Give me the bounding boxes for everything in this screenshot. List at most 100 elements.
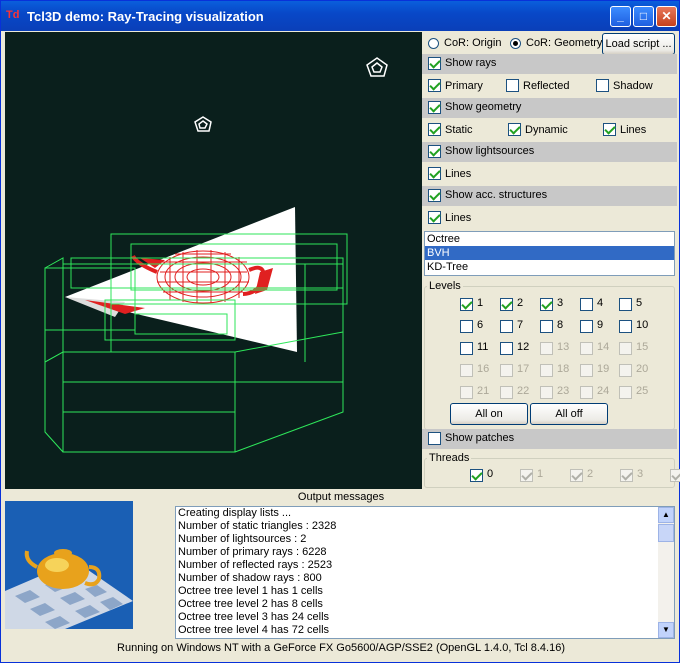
tcl3d-logo-icon: Td bbox=[6, 9, 20, 21]
output-line: Number of primary rays : 6228 bbox=[178, 546, 327, 558]
output-line: Number of lightsources : 2 bbox=[178, 533, 307, 545]
close-icon[interactable]: ✕ bbox=[656, 6, 677, 27]
geometry-lines-label: Lines bbox=[620, 124, 647, 136]
level-23-label: 23 bbox=[557, 385, 570, 397]
output-messages[interactable]: Creating display lists ... Number of stat… bbox=[175, 506, 675, 639]
scroll-down-icon[interactable]: ▼ bbox=[658, 622, 674, 638]
control-panel: CoR: Origin CoR: Geometry Load script ..… bbox=[422, 32, 680, 489]
all-on-button[interactable]: All on bbox=[450, 403, 528, 425]
static-label: Static bbox=[445, 124, 473, 136]
cor-geometry-label: CoR: Geometry bbox=[526, 37, 603, 49]
status-bar: Running on Windows NT with a GeForce FX … bbox=[117, 642, 565, 654]
load-script-button[interactable]: Load script ... bbox=[602, 33, 675, 55]
output-line: Number of shadow rays : 800 bbox=[178, 572, 322, 584]
static-checkbox[interactable] bbox=[428, 123, 441, 136]
level-9-label: 9 bbox=[597, 319, 604, 331]
level-15-checkbox bbox=[619, 342, 632, 355]
show-patches-label: Show patches bbox=[445, 432, 515, 444]
list-item[interactable]: KD-Tree bbox=[425, 260, 674, 274]
level-16-label: 16 bbox=[477, 363, 490, 375]
show-acc-label: Show acc. structures bbox=[445, 189, 548, 201]
level-22-checkbox bbox=[500, 386, 513, 399]
level-19-checkbox bbox=[580, 364, 593, 377]
geometry-lines-checkbox[interactable] bbox=[603, 123, 616, 136]
level-4-checkbox[interactable] bbox=[580, 298, 593, 311]
show-geometry-header: Show geometry bbox=[422, 98, 677, 118]
shadow-checkbox[interactable] bbox=[596, 79, 609, 92]
show-rays-checkbox[interactable] bbox=[428, 57, 441, 70]
preview-image bbox=[5, 501, 133, 629]
level-24-checkbox bbox=[580, 386, 593, 399]
level-12-label: 12 bbox=[517, 341, 530, 353]
thread-2-label: 2 bbox=[587, 468, 594, 480]
app-window: Td Tcl3D demo: Ray-Tracing visualization… bbox=[0, 0, 680, 663]
level-6-checkbox[interactable] bbox=[460, 320, 473, 333]
level-11-checkbox[interactable] bbox=[460, 342, 473, 355]
thread-0-checkbox[interactable] bbox=[470, 469, 483, 482]
output-line: Number of reflected rays : 2523 bbox=[178, 559, 333, 571]
level-20-label: 20 bbox=[636, 363, 649, 375]
show-lightsources-label: Show lightsources bbox=[445, 145, 535, 157]
level-21-checkbox bbox=[460, 386, 473, 399]
show-acc-checkbox[interactable] bbox=[428, 189, 441, 202]
level-12-checkbox[interactable] bbox=[500, 342, 513, 355]
level-25-label: 25 bbox=[636, 385, 649, 397]
scroll-up-icon[interactable]: ▲ bbox=[658, 507, 674, 523]
output-line: Octree tree level 3 has 24 cells bbox=[178, 611, 330, 623]
level-8-checkbox[interactable] bbox=[540, 320, 553, 333]
all-off-button[interactable]: All off bbox=[530, 403, 608, 425]
level-17-label: 17 bbox=[517, 363, 530, 375]
title-bar[interactable]: Td Tcl3D demo: Ray-Tracing visualization… bbox=[1, 1, 679, 31]
levels-title: Levels bbox=[427, 280, 463, 292]
level-25-checkbox bbox=[619, 386, 632, 399]
level-4-label: 4 bbox=[597, 297, 604, 309]
level-18-checkbox bbox=[540, 364, 553, 377]
level-1-label: 1 bbox=[477, 297, 484, 309]
level-3-label: 3 bbox=[557, 297, 564, 309]
geometry-row: Static Dynamic Lines bbox=[422, 120, 677, 140]
cor-geometry-radio[interactable] bbox=[510, 38, 521, 49]
minimize-icon[interactable]: _ bbox=[610, 6, 631, 27]
level-2-checkbox[interactable] bbox=[500, 298, 513, 311]
rays-row: Primary Reflected Shadow bbox=[422, 76, 677, 96]
level-9-checkbox[interactable] bbox=[580, 320, 593, 333]
light-lines-checkbox[interactable] bbox=[428, 167, 441, 180]
scene-render bbox=[44, 57, 388, 453]
show-acc-header: Show acc. structures bbox=[422, 186, 677, 206]
level-1-checkbox[interactable] bbox=[460, 298, 473, 311]
cor-origin-radio[interactable] bbox=[428, 38, 439, 49]
list-item[interactable]: Octree bbox=[425, 232, 674, 246]
level-21-label: 21 bbox=[477, 385, 490, 397]
show-lightsources-checkbox[interactable] bbox=[428, 145, 441, 158]
level-22-label: 22 bbox=[517, 385, 530, 397]
level-17-checkbox bbox=[500, 364, 513, 377]
acc-lines-row: Lines bbox=[422, 208, 677, 228]
level-6-label: 6 bbox=[477, 319, 484, 331]
reflected-checkbox[interactable] bbox=[506, 79, 519, 92]
acc-structure-list[interactable]: Octree BVH KD-Tree bbox=[424, 231, 675, 276]
output-scrollbar[interactable]: ▲ ▼ bbox=[658, 507, 674, 638]
maximize-icon[interactable]: □ bbox=[633, 6, 654, 27]
level-10-checkbox[interactable] bbox=[619, 320, 632, 333]
output-line: Number of static triangles : 2328 bbox=[178, 520, 337, 532]
show-lightsources-header: Show lightsources bbox=[422, 142, 677, 162]
scroll-thumb[interactable] bbox=[658, 524, 674, 542]
show-geometry-label: Show geometry bbox=[445, 101, 522, 113]
output-line: Octree tree level 2 has 8 cells bbox=[178, 598, 323, 610]
output-lines: Creating display lists ... Number of stat… bbox=[176, 507, 674, 637]
show-patches-checkbox[interactable] bbox=[428, 432, 441, 445]
list-item[interactable]: BVH bbox=[425, 246, 674, 260]
dynamic-checkbox[interactable] bbox=[508, 123, 521, 136]
raytrace-viewport[interactable] bbox=[5, 32, 422, 489]
primary-checkbox[interactable] bbox=[428, 79, 441, 92]
level-14-checkbox bbox=[580, 342, 593, 355]
acc-lines-checkbox[interactable] bbox=[428, 211, 441, 224]
show-patches-header: Show patches bbox=[422, 429, 677, 449]
output-line: Octree tree level 4 has 72 cells bbox=[178, 624, 330, 636]
level-5-checkbox[interactable] bbox=[619, 298, 632, 311]
shadow-label: Shadow bbox=[613, 80, 653, 92]
show-geometry-checkbox[interactable] bbox=[428, 101, 441, 114]
level-3-checkbox[interactable] bbox=[540, 298, 553, 311]
dynamic-label: Dynamic bbox=[525, 124, 568, 136]
level-7-checkbox[interactable] bbox=[500, 320, 513, 333]
